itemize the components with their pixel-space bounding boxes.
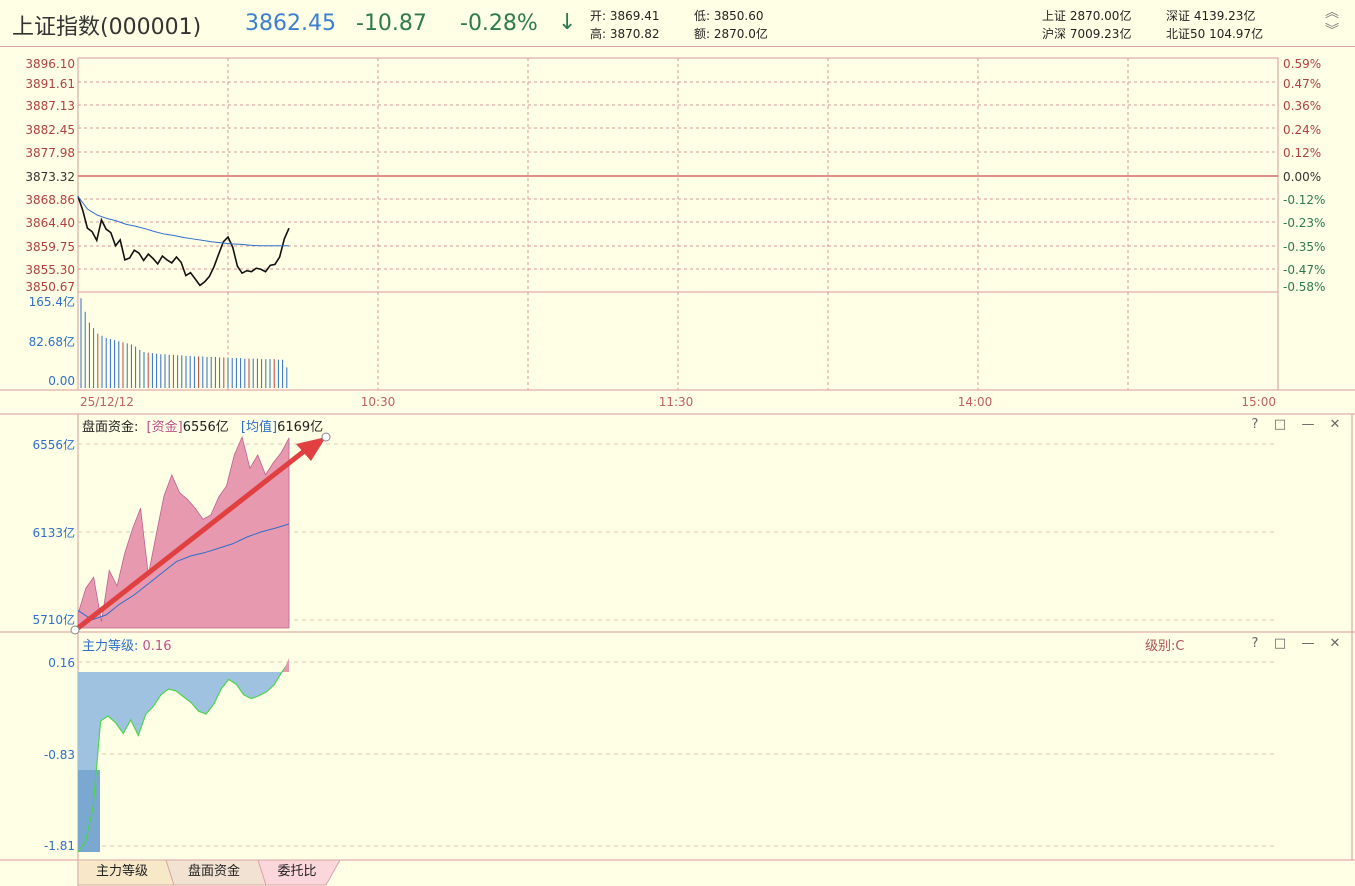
fund-panel-legend: 盘面资金: [资金]6556亿 [均值]6169亿 <box>82 416 323 435</box>
pct-axis-label: -0.47% <box>1283 263 1325 277</box>
time-axis-label: 15:00 <box>1241 395 1276 409</box>
fund-legend-label: [资金] <box>146 420 183 435</box>
level-panel-value: 0.16 <box>142 639 172 654</box>
level-positive-tip <box>283 658 289 672</box>
tab-main-level[interactable]: 主力等级 <box>78 860 166 884</box>
volume-axis-label: 165.4亿 <box>29 294 75 309</box>
tab-fund[interactable]: 盘面资金 <box>170 860 258 884</box>
price-axis-label: 3882.45 <box>25 123 75 137</box>
pct-axis-label: 0.47% <box>1283 77 1321 91</box>
level-panel-label: 主力等级: <box>82 639 139 654</box>
fund-axis-label: 6556亿 <box>32 437 75 452</box>
level-panel-legend: 主力等级: 0.16 <box>82 635 171 654</box>
pct-axis-label: -0.23% <box>1283 216 1325 230</box>
arrow-start-handle <box>70 625 80 635</box>
pct-axis-label: 0.12% <box>1283 146 1321 160</box>
level-axis-label: -0.83 <box>44 748 75 762</box>
level-grade: 级别:C <box>1145 639 1185 654</box>
time-axis-label: 14:00 <box>958 395 993 409</box>
price-axis-label: 3859.75 <box>25 240 75 254</box>
price-axis-label: 3887.13 <box>25 99 75 113</box>
level-axis-label: 0.16 <box>48 656 75 670</box>
pct-axis-label: -0.58% <box>1283 280 1325 294</box>
level-area <box>77 658 290 853</box>
fund-legend-value: 6556亿 <box>182 420 229 435</box>
price-axis-label: 3891.61 <box>25 77 75 91</box>
fund-axis-label: 5710亿 <box>32 612 75 627</box>
pct-axis-label: -0.12% <box>1283 193 1325 207</box>
level-axis-label: -1.81 <box>44 839 75 853</box>
price-line <box>77 196 290 287</box>
avg-price-line <box>77 196 289 247</box>
level-deep-block <box>78 770 100 852</box>
fund-minimize-button[interactable]: — <box>1301 417 1315 432</box>
price-axis-label: 3896.10 <box>25 57 75 71</box>
fund-axis-label: 6133亿 <box>32 525 75 540</box>
price-axis-label: 3864.40 <box>25 216 75 230</box>
arrow-end-handle <box>321 432 331 442</box>
price-axis-label: 3873.32 <box>25 170 75 184</box>
pct-axis-label: 0.59% <box>1283 57 1321 71</box>
arrow-head <box>296 437 326 461</box>
pct-axis-label: -0.35% <box>1283 240 1325 254</box>
time-axis-label: 11:30 <box>659 395 694 409</box>
price-axis-label: 3850.67 <box>25 280 75 294</box>
fund-maximize-button[interactable]: □ <box>1273 417 1287 432</box>
time-axis-label: 10:30 <box>361 395 396 409</box>
fund-help-button[interactable]: ? <box>1248 417 1262 432</box>
level-area-shape <box>78 662 289 852</box>
volume-bars <box>80 298 288 388</box>
level-maximize-button[interactable]: □ <box>1273 636 1287 651</box>
volume-axis-label: 82.68亿 <box>29 334 75 349</box>
price-axis-label: 3877.98 <box>25 146 75 160</box>
volume-axis-label: 0.00 <box>48 374 75 388</box>
level-close-button[interactable]: ✕ <box>1328 636 1342 651</box>
level-help-button[interactable]: ? <box>1248 636 1262 651</box>
pct-axis-label: 0.36% <box>1283 99 1321 113</box>
fund-close-button[interactable]: ✕ <box>1328 417 1342 432</box>
avg-legend-value: 6169亿 <box>277 420 324 435</box>
chart-frames <box>0 57 1355 886</box>
chart-canvas: 3896.10 3891.61 3887.13 3882.45 3877.98 3873.… <box>0 57 1355 886</box>
price-axis-label: 3855.30 <box>25 263 75 277</box>
tab-order-ratio[interactable]: 委托比 <box>260 860 334 884</box>
price-lines <box>77 196 290 287</box>
pct-axis-label: 0.24% <box>1283 123 1321 137</box>
pct-axis-label: 0.00% <box>1283 170 1321 184</box>
avg-legend-label: [均值] <box>240 420 278 435</box>
time-axis-label: 25/12/12 <box>80 395 134 409</box>
fund-panel-label: 盘面资金: <box>82 420 139 435</box>
fund-area <box>77 435 290 629</box>
fund-area-shape <box>77 435 290 629</box>
level-minimize-button[interactable]: — <box>1301 636 1315 651</box>
price-axis-label: 3868.86 <box>25 193 75 207</box>
